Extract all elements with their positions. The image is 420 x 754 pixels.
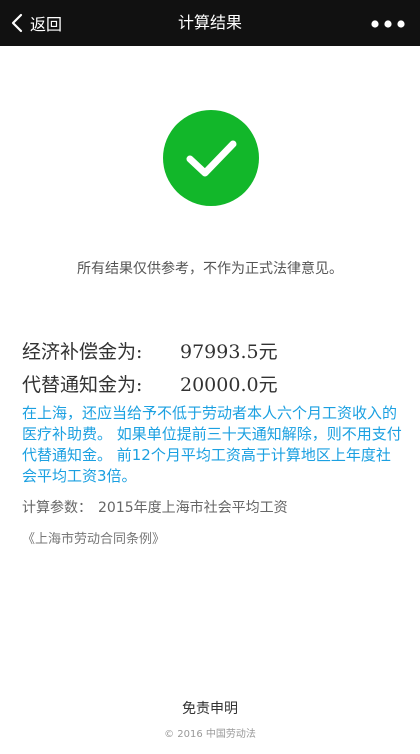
copyright-text: © 2016 中国劳动法 — [164, 729, 256, 740]
result-label: 经济补偿金为: — [22, 341, 143, 363]
chevron-left-icon — [6, 0, 28, 46]
params-label: 计算参数： — [22, 500, 92, 516]
checkmark-icon — [186, 140, 237, 177]
more-icon — [370, 14, 406, 33]
params-value: 2015年度上海市社会平均工资 — [98, 500, 288, 516]
calculation-parameters: 计算参数： 2015年度上海市社会平均工资 — [22, 497, 402, 517]
regulation-reference: 《上海市劳动合同条例》 — [22, 532, 166, 547]
top-navigation-bar: 返回 计算结果 — [0, 0, 420, 46]
page-title: 计算结果 — [177, 13, 242, 32]
explanation-note: 在上海，还应当给予不低于劳动者本人六个月工资收入的医疗补助费。 如果单位提前三十… — [22, 404, 402, 485]
result-value: 97993.5元 — [180, 341, 278, 363]
disclaimer-text: 所有结果仅供参考，不作为正式法律意见。 — [77, 261, 343, 277]
back-label: 返回 — [30, 15, 63, 34]
success-badge — [163, 110, 259, 206]
result-label: 代替通知金为: — [22, 374, 143, 396]
result-row-notice-payment: 代替通知金为: 20000.0元 — [22, 370, 278, 397]
result-row-economic-compensation: 经济补偿金为: 97993.5元 — [22, 337, 278, 364]
disclaimer-link[interactable]: 免责申明 — [0, 698, 420, 718]
back-button[interactable]: 返回 — [6, 0, 62, 46]
more-options-button[interactable] — [366, 0, 410, 46]
result-value: 20000.0元 — [180, 374, 278, 396]
